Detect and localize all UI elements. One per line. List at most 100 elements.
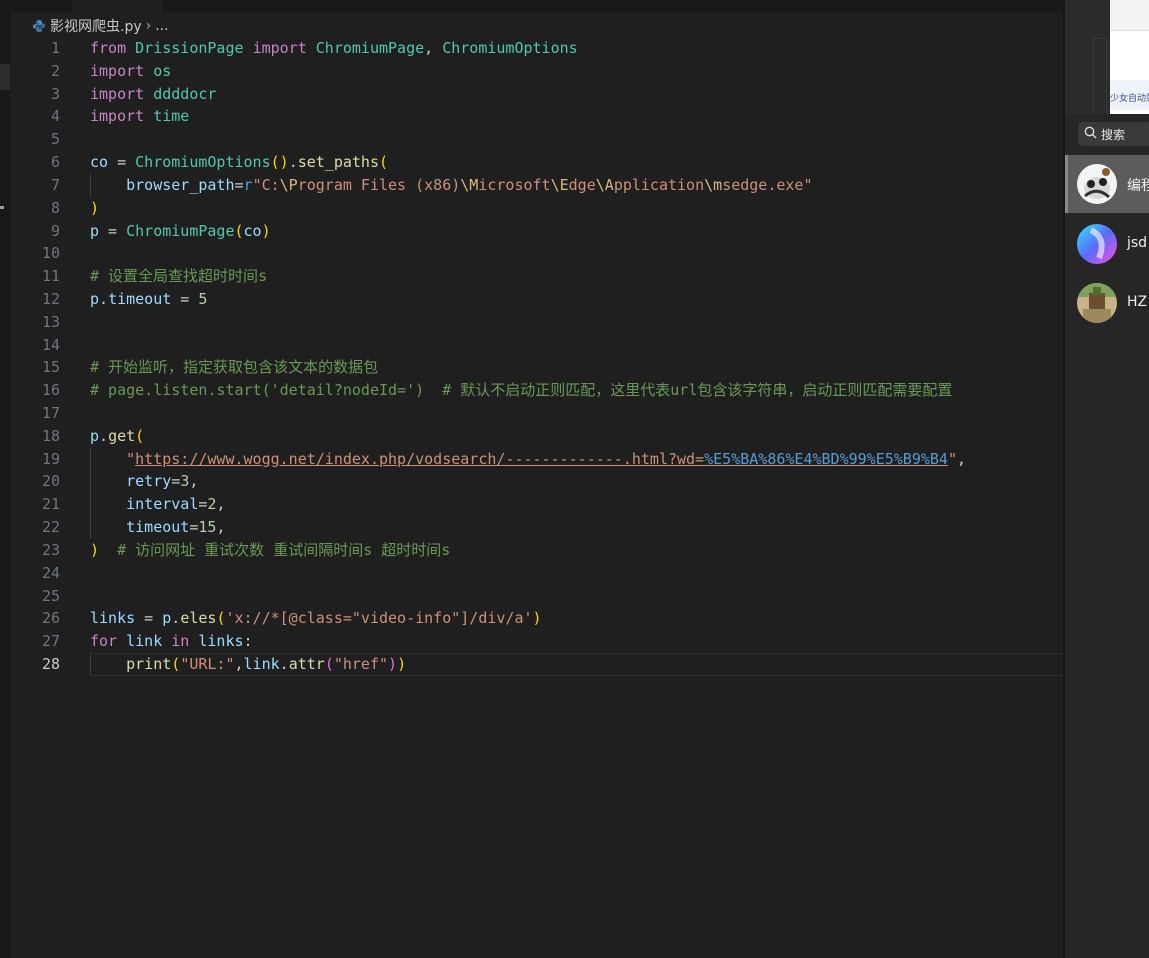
line-number: 11 (41, 267, 60, 286)
code-line: 24 (10, 562, 1063, 585)
contact-name: HZ (1127, 294, 1148, 310)
code-line: 16 # page.listen.start('detail?nodeId=') … (10, 379, 1063, 402)
scrollbar[interactable] (1093, 38, 1107, 116)
avatar (1077, 224, 1117, 264)
line-number: 23 (41, 540, 60, 559)
line-number: 2 (50, 61, 60, 80)
breadcrumb-symbol[interactable]: ... (155, 18, 168, 34)
line-number: 7 (50, 175, 60, 194)
code-text: p.timeout = 5 (90, 289, 208, 308)
code-text: import os (90, 61, 172, 80)
indent-guide (90, 652, 91, 676)
code-text: ) # 访问网址 重试次数 重试间隔时间s 超时时间s (90, 540, 451, 559)
current-code-line: 28 print("URL:",link.attr("href")) (10, 652, 1063, 676)
code-line: 11 # 设置全局查找超时时间s (10, 265, 1063, 288)
code-text: from DrissionPage import ChromiumPage, C… (90, 39, 578, 57)
code-line: 14 (10, 334, 1063, 357)
line-number: 4 (50, 107, 60, 126)
code-text: browser_path=r"C:\Program Files (x86)\Mi… (126, 175, 813, 194)
line-number: 28 (41, 654, 60, 673)
code-text: "https://www.wogg.net/index.php/vodsearc… (126, 449, 967, 468)
code-comment: # 开始监听，指定获取包含该文本的数据包 (90, 358, 379, 377)
contact-item[interactable]: 编程 (1065, 155, 1149, 213)
browser-window-fragment[interactable]: 少女自动菜 (1110, 0, 1149, 114)
line-number: 12 (41, 289, 60, 308)
avatar (1077, 164, 1117, 204)
line-number: 10 (41, 244, 60, 263)
breadcrumb: 影视网爬虫.py › ... (32, 15, 169, 37)
line-number: 22 (41, 518, 60, 537)
chat-sidebar: 搜索 编程 jsd HZ (1065, 114, 1149, 958)
contact-name: 编程 (1127, 178, 1149, 194)
code-text: import time (90, 107, 190, 126)
code-text: import ddddocr (90, 84, 217, 103)
code-line: 26 links = p.eles('x://*[@class="video-in… (10, 607, 1063, 630)
line-number: 6 (50, 153, 60, 172)
code-line: 25 (10, 585, 1063, 608)
code-line: 5 (10, 128, 1063, 151)
code-line: 2 import os (10, 60, 1063, 83)
activity-indicator (0, 206, 4, 209)
code-line: 19 "https://www.wogg.net/index.php/vodse… (10, 447, 1063, 471)
code-comment: # 设置全局查找超时时间s (90, 267, 268, 286)
browser-snippet-text: 少女自动菜 (1110, 94, 1149, 104)
code-text: links = p.eles('x://*[@class="video-info… (90, 609, 542, 628)
line-number: 5 (50, 130, 60, 149)
code-lines[interactable]: 1 from DrissionPage import ChromiumPage, … (10, 37, 1063, 676)
code-text: for link in links: (90, 632, 253, 651)
line-number: 19 (41, 449, 60, 468)
activity-bar-edge (0, 0, 10, 958)
code-line: 9 p = ChromiumPage(co) (10, 220, 1063, 243)
line-number: 13 (41, 312, 60, 331)
code-text: timeout=15, (126, 518, 226, 537)
line-number: 18 (41, 426, 60, 445)
breadcrumb-file[interactable]: 影视网爬虫.py (50, 16, 142, 36)
line-number: 8 (50, 198, 60, 217)
code-editor[interactable]: 影视网爬虫.py › ... 1 from DrissionPage import… (10, 0, 1063, 958)
code-line: 10 (10, 242, 1063, 265)
code-line: 1 from DrissionPage import ChromiumPage, … (10, 37, 1063, 60)
editor-tab[interactable] (72, 0, 162, 12)
selection-indicator (1065, 155, 1068, 213)
code-line: 27 for link in links: (10, 630, 1063, 653)
search-icon (1084, 126, 1097, 142)
line-number: 15 (41, 358, 60, 377)
url-link[interactable]: https://www.wogg.net/index.php/vodsearch… (135, 450, 948, 468)
code-line: 3 import ddddocr (10, 83, 1063, 106)
breadcrumb-separator: › (145, 18, 152, 34)
line-number: 21 (41, 495, 60, 514)
code-text: print("URL:",link.attr("href")) (126, 654, 407, 673)
line-number: 3 (50, 84, 60, 103)
code-text: p.get( (90, 426, 145, 445)
line-number: 16 (41, 381, 60, 400)
line-number: 20 (41, 472, 60, 491)
code-line: 6 co = ChromiumOptions().set_paths( (10, 151, 1063, 174)
code-text: retry=3, (126, 472, 199, 491)
contact-item[interactable]: jsd (1065, 215, 1149, 273)
code-text: interval=2, (126, 495, 226, 514)
line-number: 24 (41, 563, 60, 582)
contact-name: jsd (1127, 235, 1148, 251)
code-line: 20 retry=3, (10, 470, 1063, 494)
line-number: 25 (41, 586, 60, 605)
avatar (1077, 283, 1117, 323)
line-number: 27 (41, 632, 60, 651)
line-number: 26 (41, 609, 60, 628)
code-line: 7 browser_path=r"C:\Program Files (x86)\… (10, 173, 1063, 197)
code-line: 18 p.get( (10, 425, 1063, 448)
activity-active-marker[interactable] (0, 64, 10, 90)
line-number: 9 (50, 221, 60, 240)
background-window: 少女自动菜 (1065, 0, 1149, 116)
code-line: 17 (10, 402, 1063, 425)
code-text: p = ChromiumPage(co) (90, 221, 271, 240)
line-number: 14 (41, 335, 60, 354)
search-placeholder: 搜索 (1101, 127, 1126, 142)
editor-tab-bar (10, 0, 1063, 12)
code-line: 4 import time (10, 105, 1063, 128)
line-number: 1 (50, 39, 60, 57)
code-line: 13 (10, 311, 1063, 334)
code-line: 12 p.timeout = 5 (10, 288, 1063, 311)
chat-search-box[interactable]: 搜索 (1078, 122, 1149, 146)
contact-item[interactable]: HZ (1065, 274, 1149, 332)
code-line: 15 # 开始监听，指定获取包含该文本的数据包 (10, 356, 1063, 379)
